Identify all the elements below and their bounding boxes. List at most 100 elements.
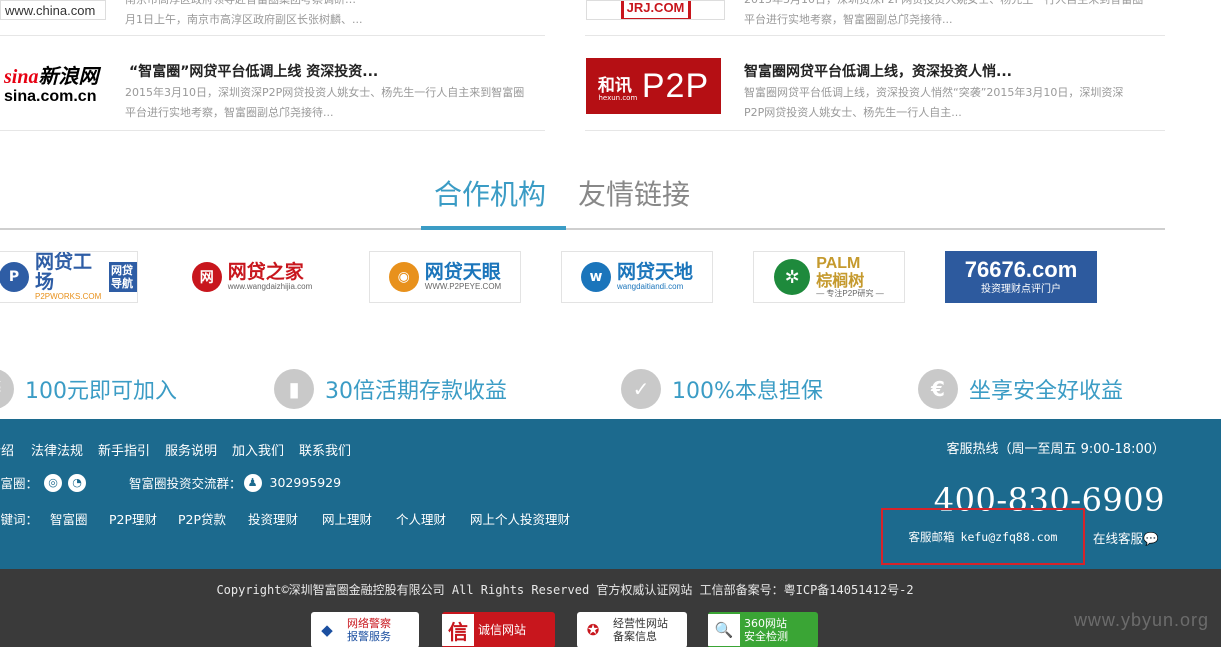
footer-link-about[interactable]: 介绍 — [0, 440, 14, 459]
partner-wangdaizhijia[interactable]: 网 网贷之家 www.wangdaizhijia.com — [176, 251, 328, 303]
badge-cyber-police[interactable]: ◆ 网络警察 报警服务 — [311, 612, 419, 647]
jrj-logo: JRJ.COM — [620, 1, 691, 19]
news-title-left[interactable]: “智富圈”网贷平台低调上线 资深投资... — [129, 61, 378, 81]
footer-link-contact[interactable]: 联系我们 — [299, 440, 351, 459]
tabs-divider — [0, 228, 1165, 230]
footer-link-service[interactable]: 服务说明 — [165, 440, 217, 459]
news-desc-left: 2015年3月10日，深圳资深P2P网贷投资人姚女士、杨先生一行人自主来到智富圈… — [125, 83, 545, 123]
trust-icon: 信 — [442, 614, 474, 646]
feature-text: 100元即可加入 — [25, 379, 177, 404]
feature-text: 100%本息担保 — [672, 379, 823, 404]
hexun-thumbnail[interactable]: 和讯 hexun.com P2P — [586, 58, 721, 114]
news-desc-line: 平台进行实地考察，智富圈副总邝尧接待... — [744, 13, 953, 26]
partner-p2peye[interactable]: ◉ 网贷天眼 WWW.P2PEYE.COM — [369, 251, 521, 303]
hexun-logo: 和讯 hexun.com — [598, 71, 638, 102]
news-desc-line: 南京市高淳区政府领导赴智富圈集团考察调研… — [125, 0, 545, 10]
partner-name: 网贷天地 — [616, 260, 693, 283]
footer: 介绍 法律法规 新手指引 服务说明 加入我们 联系我们 智富圈： ◎ ◔ 智富圈… — [0, 419, 1221, 569]
jrj-thumbnail[interactable]: JRJ.COM — [586, 0, 725, 20]
badge-text: 经营性网站 备案信息 — [609, 617, 672, 643]
partner-p2pworks[interactable]: P 网贷工场 P2PWORKS.COM 网贷导航 — [0, 251, 138, 303]
feature-guarantee: ✓ 100%本息担保 — [621, 367, 823, 411]
keyword-link[interactable]: 网上个人投资理财 — [470, 509, 570, 528]
magnifier-icon: 🔍 — [708, 614, 740, 646]
keyword-link[interactable]: 网上理财 — [322, 509, 372, 528]
watermark: www.ybyun.org — [1073, 610, 1209, 630]
badge-business-record[interactable]: ✪ 经营性网站 备案信息 — [577, 612, 687, 647]
badge-360-security[interactable]: 🔍 360网站 安全检测 — [708, 612, 818, 647]
sina-thumbnail[interactable]: sina新浪网 sina.com.cn — [0, 57, 106, 115]
keyword-link[interactable]: P2P理财 — [109, 509, 157, 528]
hexun-p2p-text: P2P — [641, 66, 710, 105]
badge-text: 360网站 安全检测 — [740, 617, 792, 643]
badge-line: 经营性网站 — [613, 617, 668, 630]
feature-text: 坐享安全好收益 — [969, 379, 1124, 404]
hexun-logo-text: 和讯 — [597, 75, 632, 95]
qq-group-number: 302995929 — [269, 475, 342, 490]
partner-domain: wangdaitiandi.com — [616, 281, 684, 291]
p2pworks-badge: 网贷导航 — [109, 262, 137, 292]
partner-tagline: — 专注P2P研究 — — [816, 288, 884, 298]
online-service-link[interactable]: 在线客服💬 — [1093, 528, 1159, 547]
email-highlight-box: 客服邮箱 kefu@zfq88.com — [881, 508, 1085, 565]
tab-partners[interactable]: 合作机构 — [434, 173, 546, 213]
shield-check-icon: ✓ — [621, 369, 661, 409]
partner-domain: www.wangdaizhijia.com — [227, 281, 313, 291]
palm-logo-text: PALM 棕榈树 — 专注P2P研究 — — [816, 255, 884, 298]
weibo-icon[interactable]: ◎ — [44, 473, 63, 492]
keyword-link[interactable]: 投资理财 — [248, 509, 298, 528]
keywords-label: 关键词： — [0, 512, 39, 527]
wangdaizhijia-logo-icon: 网 — [191, 262, 222, 292]
partner-palm[interactable]: ✲ PALM 棕榈树 — 专注P2P研究 — — [753, 251, 905, 303]
partner-domain: WWW.P2PEYE.COM — [424, 281, 502, 291]
email-label: 客服邮箱 — [908, 529, 955, 544]
qq-icon[interactable]: ♟ — [243, 473, 262, 492]
badge-text: 诚信网站 — [478, 622, 527, 637]
badge-trusted-site[interactable]: 信 诚信网站 — [442, 612, 555, 647]
china-com-thumbnail[interactable]: www.china.com — [0, 0, 106, 20]
news-title-right[interactable]: 智富圈网贷平台低调上线，资深投资人悄... — [744, 61, 1012, 81]
partner-76676[interactable]: 76676.com 投资理财点评门户 — [945, 251, 1097, 303]
copyright-text: Copyright©深圳智富圈金融控股有限公司 All Rights Reser… — [216, 583, 914, 597]
badge-line: 360网站 — [744, 617, 787, 630]
news-desc-right: 智富圈网贷平台低调上线，资深投资人悄然“突袭”2015年3月10日，深圳资深 P… — [744, 83, 1164, 123]
partner-name: 网贷之家 — [227, 260, 304, 283]
partner-name: 网贷工场 — [35, 251, 93, 293]
footer-link-laws[interactable]: 法律法规 — [31, 440, 83, 459]
keyword-link[interactable]: P2P贷款 — [178, 509, 226, 528]
wangdaizhijia-logo-text: 网贷之家 www.wangdaizhijia.com — [227, 260, 313, 291]
china-com-logo: www.china.com — [5, 2, 96, 18]
yuan-icon: ¥ — [0, 369, 14, 409]
news-desc-line: 2015年3月10日，深圳资深P2P网贷投资人姚女士、杨先生一行人自主来到智富圈 — [125, 86, 525, 99]
tab-friend-links[interactable]: 友情链接 — [578, 173, 690, 213]
feature-min-investment: ¥ 100元即可加入 — [0, 367, 177, 411]
emblem-icon: ✪ — [586, 621, 600, 639]
social-row: 智富圈： ◎ ◔ — [0, 473, 87, 492]
news-divider — [585, 130, 1165, 131]
tab-active-indicator — [421, 226, 566, 230]
partner-domain: P2PWORKS.COM — [35, 291, 102, 301]
sina-domain: sina.com.cn — [4, 88, 97, 105]
wangdaitiandi-logo-icon: w — [580, 262, 611, 292]
keyword-link[interactable]: 个人理财 — [396, 509, 446, 528]
online-service-label: 在线客服 — [1093, 531, 1144, 546]
currency-exchange-icon: € — [918, 369, 958, 409]
keyword-link[interactable]: 智富圈 — [50, 509, 88, 528]
footer-link-join[interactable]: 加入我们 — [232, 440, 284, 459]
badge-text: 网络警察 报警服务 — [343, 617, 395, 643]
footer-link-guide[interactable]: 新手指引 — [98, 440, 150, 459]
partner-wangdaitiandi[interactable]: w 网贷天地 wangdaitiandi.com — [561, 251, 713, 303]
p2peye-logo-icon: ◉ — [388, 262, 419, 292]
badge-line: 备案信息 — [613, 630, 657, 643]
wechat-icon[interactable]: ◔ — [68, 473, 87, 492]
news-desc-top-right: 2015年3月10日，深圳资深P2P网贷投资人姚女士、杨先生一行人自主来到智富圈… — [744, 0, 1164, 30]
email-address[interactable]: kefu@zfq88.com — [961, 530, 1058, 544]
bottom-bar: Copyright©深圳智富圈金融控股有限公司 All Rights Reser… — [0, 569, 1221, 647]
feature-safe-returns: € 坐享安全好收益 — [918, 367, 1123, 411]
wangdaitiandi-logo-text: 网贷天地 wangdaitiandi.com — [616, 260, 693, 291]
partner-tagline: 投资理财点评门户 — [981, 284, 1061, 295]
qq-group-label: 智富圈投资交流群： — [129, 476, 242, 491]
badge-line: 安全检测 — [744, 630, 788, 643]
p2pworks-logo-icon: P — [0, 262, 29, 292]
hotline-label: 客服热线（周一至周五 9:00-18:00） — [946, 442, 1165, 457]
